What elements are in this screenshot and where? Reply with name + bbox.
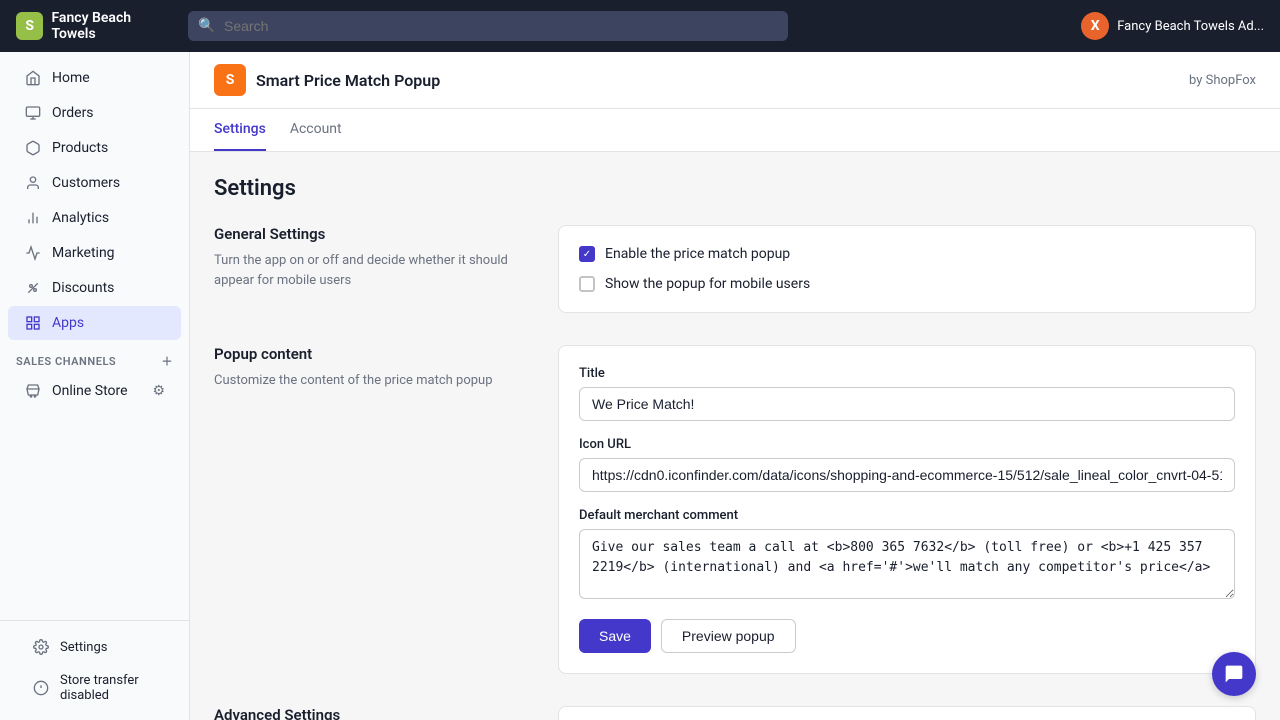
marketing-icon: [24, 244, 42, 262]
online-store-settings-icon[interactable]: ⚙: [152, 383, 165, 399]
enable-popup-row[interactable]: ✓ Enable the price match popup: [579, 246, 1235, 262]
sidebar-item-label: Products: [52, 140, 108, 156]
app-by: by ShopFox: [1189, 73, 1256, 88]
sidebar-item-label: Analytics: [52, 210, 109, 226]
discounts-icon: [24, 279, 42, 297]
title-field-group: Title: [579, 366, 1235, 421]
preview-popup-button[interactable]: Preview popup: [661, 619, 796, 653]
sidebar-item-label: Customers: [52, 175, 120, 191]
search-icon: 🔍: [198, 18, 215, 34]
mobile-popup-checkbox[interactable]: [579, 276, 595, 292]
tabs-bar: Settings Account: [190, 109, 1280, 152]
comment-label: Default merchant comment: [579, 508, 1235, 523]
add-sales-channel-icon[interactable]: ＋: [161, 353, 173, 369]
sidebar-item-online-store[interactable]: Online Store ⚙: [8, 374, 181, 408]
popup-content-info: Popup content Customize the content of t…: [214, 345, 534, 674]
sidebar-item-label: Home: [52, 70, 90, 86]
sidebar-item-label: Discounts: [52, 280, 114, 296]
settings-icon: [32, 638, 50, 656]
chat-bubble-button[interactable]: [1212, 652, 1256, 696]
online-store-label: Online Store: [52, 383, 128, 399]
general-settings-desc: Turn the app on or off and decide whethe…: [214, 251, 534, 290]
comment-textarea[interactable]: Give our sales team a call at <b>800 365…: [579, 529, 1235, 599]
sidebar-item-label: Apps: [52, 315, 84, 331]
app-title: Smart Price Match Popup: [256, 71, 440, 90]
popup-content-desc: Customize the content of the price match…: [214, 371, 534, 391]
store-transfer-label: Store transfer disabled: [60, 673, 157, 703]
advanced-settings-info: Advanced Settings: [214, 706, 534, 720]
advanced-settings-heading: Advanced Settings: [214, 706, 534, 720]
popup-content-heading: Popup content: [214, 345, 534, 363]
sidebar-item-products[interactable]: Products: [8, 131, 181, 165]
popup-content-card: Title Icon URL Default merchant comment …: [558, 345, 1256, 674]
sidebar-item-analytics[interactable]: Analytics: [8, 201, 181, 235]
sidebar-item-settings[interactable]: Settings: [16, 630, 173, 664]
settings-label: Settings: [60, 640, 107, 655]
title-label: Title: [579, 366, 1235, 381]
info-icon: [32, 679, 50, 697]
account-name: Fancy Beach Towels Ad...: [1117, 19, 1264, 34]
enable-popup-label: Enable the price match popup: [605, 246, 790, 262]
account-avatar[interactable]: X: [1081, 12, 1109, 40]
tab-account[interactable]: Account: [290, 109, 342, 151]
enable-popup-checkbox[interactable]: ✓: [579, 246, 595, 262]
icon-url-input[interactable]: [579, 458, 1235, 492]
search-input[interactable]: [188, 11, 788, 41]
sales-channels-label: SALES CHANNELS ＋: [0, 341, 189, 373]
advanced-settings-card: If the popup isn't showing up on your st…: [558, 706, 1256, 720]
topbar: S Fancy Beach Towels 🔍 X Fancy Beach Tow…: [0, 0, 1280, 52]
sidebar-item-home[interactable]: Home: [8, 61, 181, 95]
apps-icon: [24, 314, 42, 332]
sidebar-item-label: Orders: [52, 105, 94, 121]
general-settings-info: General Settings Turn the app on or off …: [214, 225, 534, 313]
page-body: Settings General Settings Turn the app o…: [190, 152, 1280, 720]
products-icon: [24, 139, 42, 157]
sidebar-item-marketing[interactable]: Marketing: [8, 236, 181, 270]
content-area: S Smart Price Match Popup by ShopFox Set…: [190, 52, 1280, 720]
brand-icon: S: [16, 12, 43, 40]
sidebar-nav: Home Orders Products Customers: [0, 52, 189, 620]
save-button[interactable]: Save: [579, 619, 651, 653]
sidebar-item-label: Marketing: [52, 245, 115, 261]
search-bar[interactable]: 🔍: [188, 11, 788, 41]
comment-field-group: Default merchant comment Give our sales …: [579, 508, 1235, 603]
sidebar-item-apps[interactable]: Apps: [8, 306, 181, 340]
mobile-popup-row[interactable]: Show the popup for mobile users: [579, 276, 1235, 292]
page-title: Settings: [214, 176, 1256, 201]
sidebar-item-orders[interactable]: Orders: [8, 96, 181, 130]
brand-name: Fancy Beach Towels: [51, 10, 176, 42]
tab-settings[interactable]: Settings: [214, 109, 266, 151]
customers-icon: [24, 174, 42, 192]
topbar-right: X Fancy Beach Towels Ad...: [1081, 12, 1264, 40]
icon-url-label: Icon URL: [579, 437, 1235, 452]
sidebar-item-customers[interactable]: Customers: [8, 166, 181, 200]
sidebar-footer: Settings Store transfer disabled: [0, 620, 189, 720]
sidebar-item-store-transfer[interactable]: Store transfer disabled: [16, 665, 173, 711]
app-header-left: S Smart Price Match Popup: [214, 64, 440, 96]
app-header: S Smart Price Match Popup by ShopFox: [190, 52, 1280, 109]
orders-icon: [24, 104, 42, 122]
general-settings-heading: General Settings: [214, 225, 534, 243]
sidebar: Home Orders Products Customers: [0, 52, 190, 720]
icon-url-field-group: Icon URL: [579, 437, 1235, 492]
main-layout: Home Orders Products Customers: [0, 52, 1280, 720]
popup-content-buttons: Save Preview popup: [579, 619, 1235, 653]
mobile-popup-label: Show the popup for mobile users: [605, 276, 810, 292]
analytics-icon: [24, 209, 42, 227]
sidebar-item-discounts[interactable]: Discounts: [8, 271, 181, 305]
advanced-settings-section: Advanced Settings If the popup isn't sho…: [214, 706, 1256, 720]
title-input[interactable]: [579, 387, 1235, 421]
general-settings-card: ✓ Enable the price match popup Show the …: [558, 225, 1256, 313]
online-store-icon: [24, 382, 42, 400]
general-settings-section: General Settings Turn the app on or off …: [214, 225, 1256, 313]
brand: S Fancy Beach Towels: [16, 10, 176, 42]
app-icon: S: [214, 64, 246, 96]
home-icon: [24, 69, 42, 87]
popup-content-section: Popup content Customize the content of t…: [214, 345, 1256, 674]
